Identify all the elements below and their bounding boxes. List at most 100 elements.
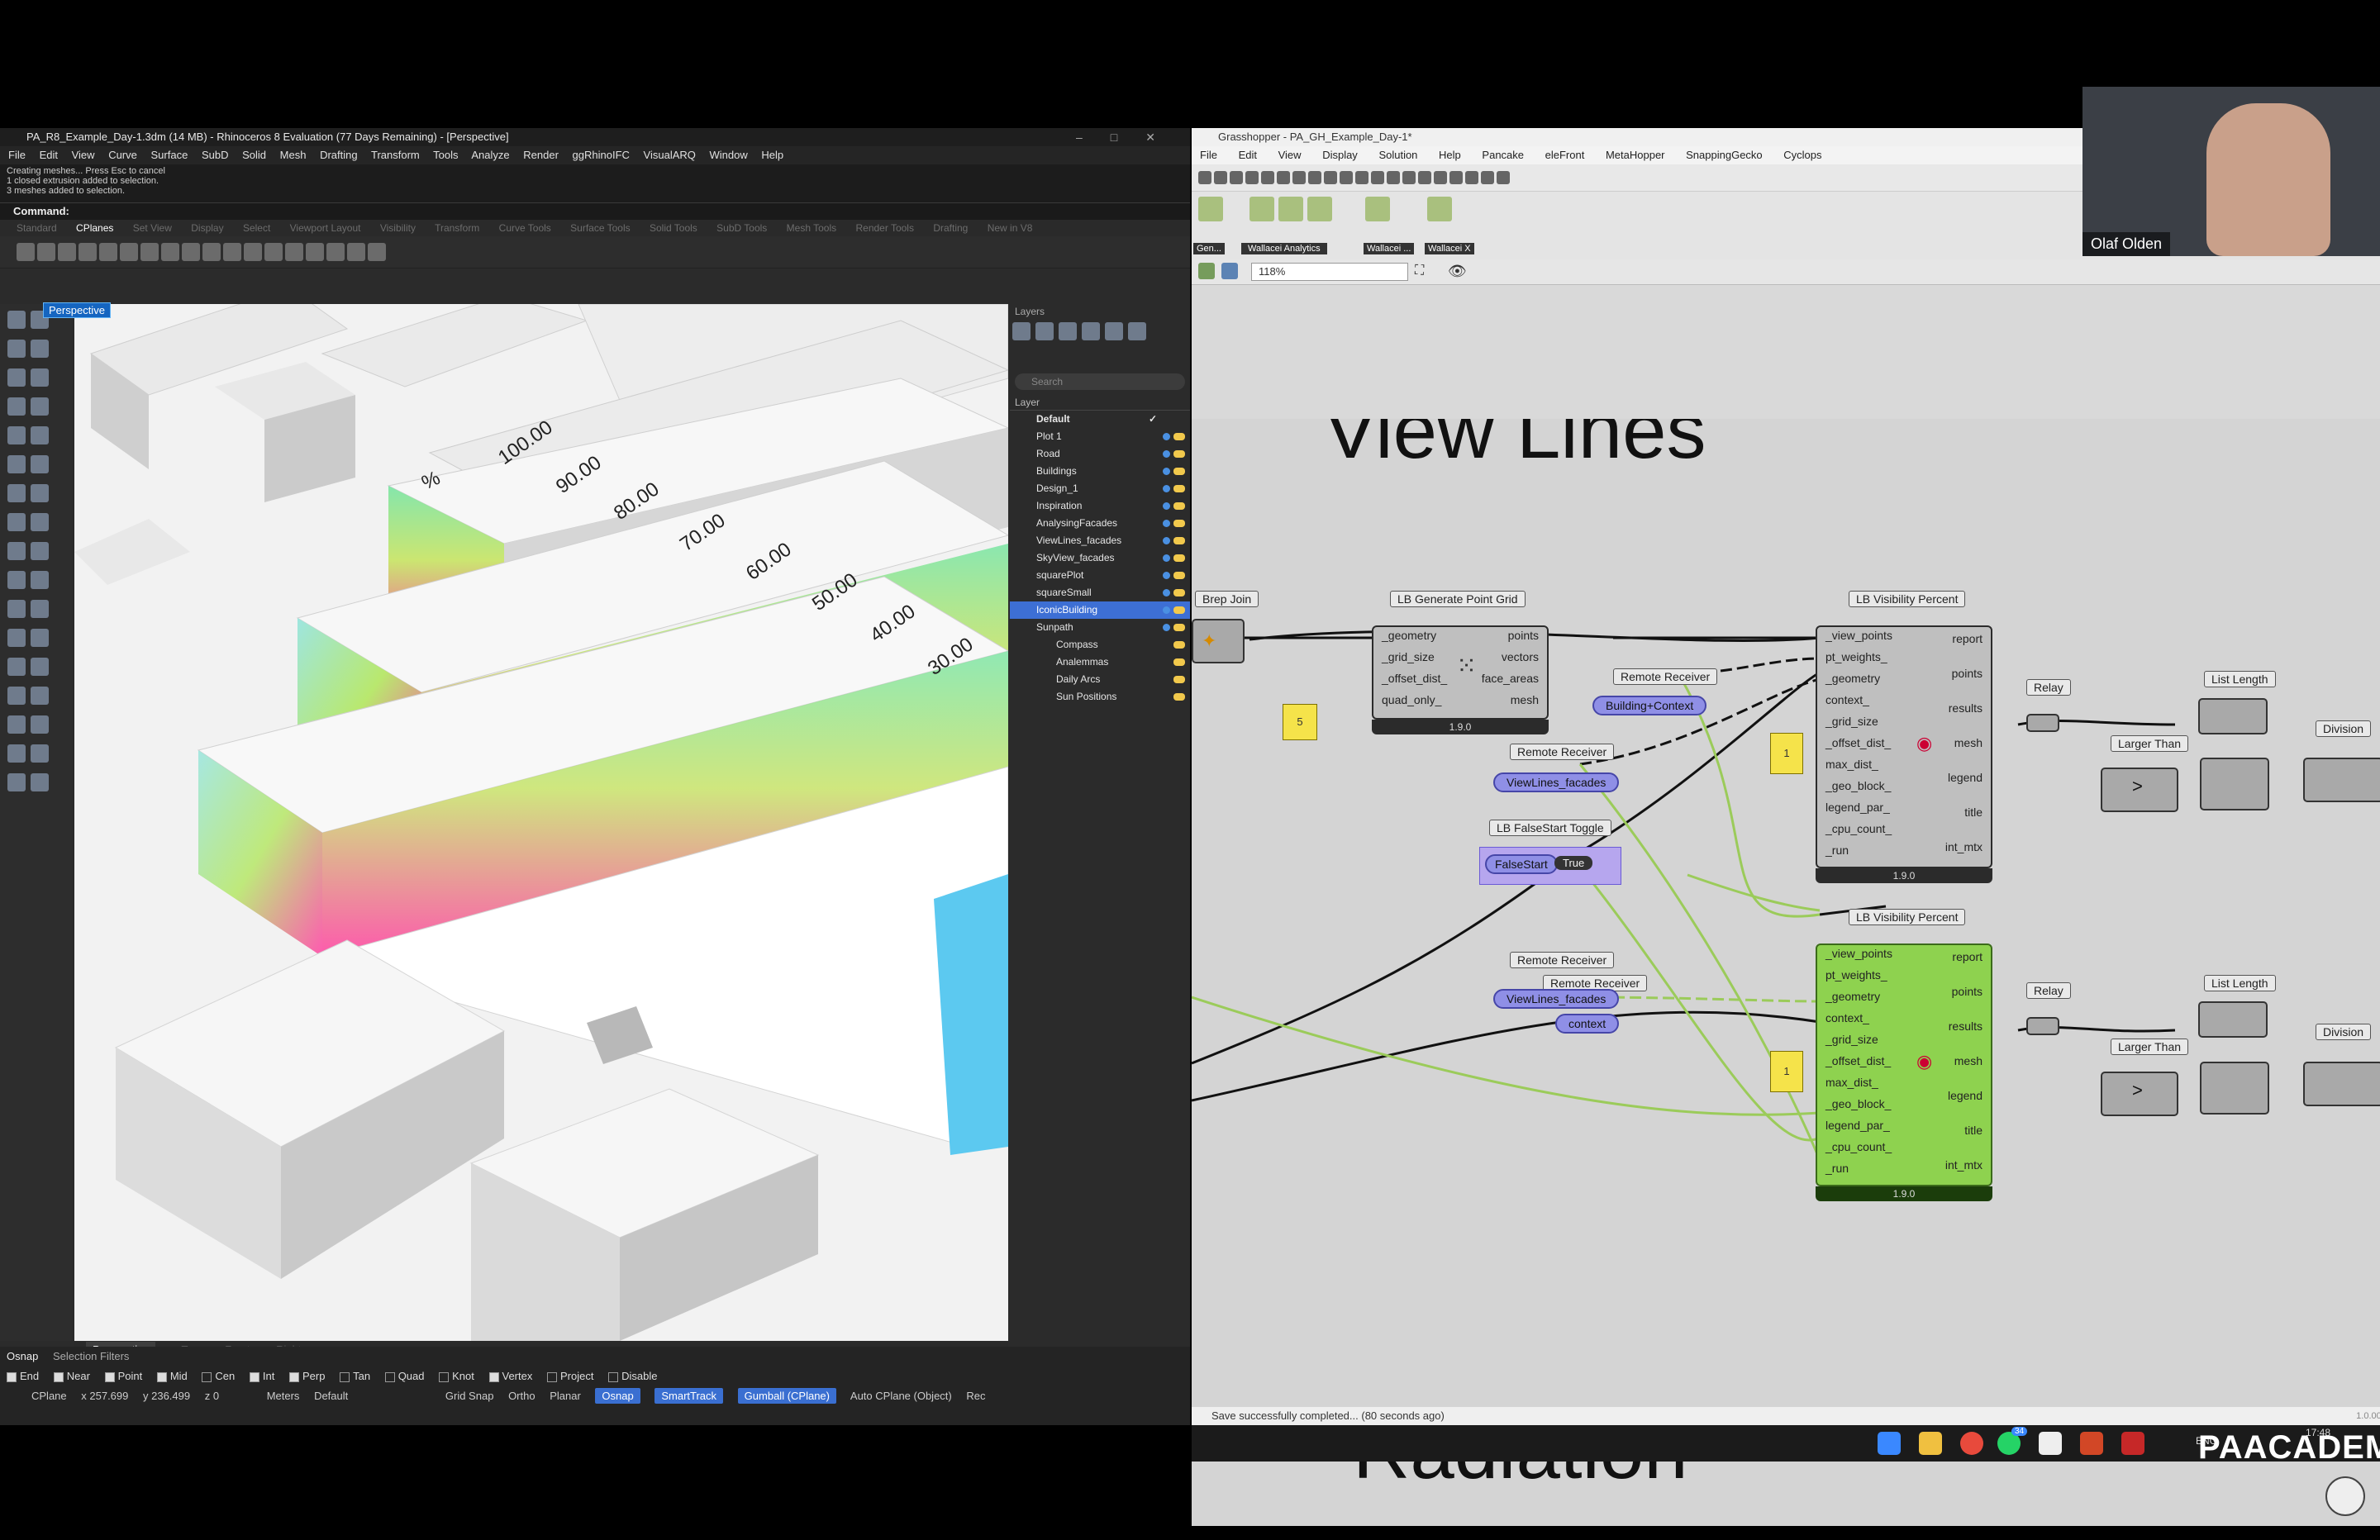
gh-menu-cyclops[interactable]: Cyclops [1783,149,1821,161]
layer-row[interactable]: squarePlot [1010,567,1190,584]
rectangle-icon[interactable] [31,397,49,416]
layer-row[interactable]: Compass [1010,636,1190,654]
lock-icon[interactable] [1173,537,1185,544]
output-title[interactable]: title [1964,1124,1983,1137]
zoom-select[interactable]: 118% [1251,263,1408,281]
relay-component[interactable] [2026,714,2059,732]
move-up-icon[interactable] [1082,322,1100,340]
tab-mesh-tools[interactable]: Mesh Tools [787,222,836,234]
division-label[interactable]: Division [2316,720,2372,737]
receiver-viewlines-facades[interactable]: ViewLines_facades [1493,772,1620,792]
lock-icon[interactable] [1173,572,1185,579]
scale-icon[interactable] [7,600,26,618]
tool-icon[interactable] [58,243,76,261]
tab-setview[interactable]: Set View [133,222,172,234]
sphere-icon[interactable] [7,484,26,502]
osnap-perp[interactable]: Perp [289,1370,325,1382]
lock-icon[interactable] [1173,606,1185,614]
tab-cplanes[interactable]: CPlanes [76,222,113,234]
freeform-icon[interactable] [31,426,49,444]
tab-icon[interactable] [1481,171,1494,184]
output-mesh[interactable]: mesh [1954,736,1983,749]
osnap-toggle[interactable]: Osnap [595,1388,640,1404]
layer-row[interactable]: Daily Arcs [1010,671,1190,688]
menu-tools[interactable]: Tools [433,149,458,161]
layer-row[interactable]: ViewLines_facades [1010,532,1190,549]
current-layer[interactable]: Default [314,1390,348,1402]
text-icon[interactable] [31,715,49,734]
receiver-building-context[interactable]: Building+Context [1592,696,1707,715]
visibility-percent-label[interactable]: LB Visibility Percent [1849,909,1966,925]
box-icon[interactable] [31,455,49,473]
input-pt-weights[interactable]: pt_weights_ [1825,968,1887,982]
osnap-mid[interactable]: Mid [156,1370,188,1382]
osnap-cen[interactable]: Cen [202,1370,235,1382]
wallacei-x-icon[interactable] [1427,197,1452,221]
subd-icon[interactable] [31,542,49,560]
osnap-project[interactable]: Project [546,1370,593,1382]
filter-icon[interactable] [1128,322,1146,340]
input-grid-size[interactable]: _grid_size [1382,650,1435,663]
output-title[interactable]: title [1964,806,1983,819]
lock-icon[interactable] [1173,693,1185,701]
output-points[interactable]: points [1952,667,1983,680]
tool-icon[interactable] [182,243,200,261]
visibility-percent-label[interactable]: LB Visibility Percent [1849,591,1966,607]
visibility-icon[interactable] [1163,485,1170,492]
output-int-mtx[interactable]: int_mtx [1945,840,1983,853]
tool-icon[interactable] [326,243,345,261]
osnap-point[interactable]: Point [104,1370,142,1382]
window-controls[interactable]: –□✕ [1076,128,1183,146]
remote-receiver-label[interactable]: Remote Receiver [1510,744,1615,760]
tab-display[interactable]: Display [191,222,223,234]
tab-icon[interactable] [1418,171,1431,184]
tab-icon[interactable] [1402,171,1416,184]
tab-icon[interactable] [1434,171,1447,184]
layer-row[interactable]: Sun Positions [1010,688,1190,706]
layer-row[interactable]: Default ✓ [1010,411,1190,428]
visibility-icon[interactable] [1163,433,1170,440]
tool-icon[interactable] [17,243,35,261]
wallacei-analytics-icon[interactable] [1278,197,1303,221]
tab-icon[interactable] [1245,171,1259,184]
dispatch-component[interactable] [2200,1062,2269,1115]
tool-icon[interactable] [306,243,324,261]
input-grid-size[interactable]: _grid_size [1825,715,1878,728]
mesh-icon[interactable] [7,542,26,560]
ortho[interactable]: Ortho [508,1390,536,1402]
mirror-icon[interactable] [31,600,49,618]
lock-icon[interactable] [1173,450,1185,458]
gh-menu-view[interactable]: View [1278,149,1302,161]
osnap-disable[interactable]: Disable [608,1370,657,1382]
tool-icon[interactable] [37,243,55,261]
tab-icon[interactable] [1371,171,1384,184]
zoom-app-icon[interactable] [2121,1432,2144,1455]
explode-icon[interactable] [7,658,26,676]
lock-icon[interactable] [1173,658,1185,666]
tab-icon[interactable] [1465,171,1478,184]
tab-transform[interactable]: Transform [435,222,479,234]
tab-solid-tools[interactable]: Solid Tools [650,222,697,234]
smarttrack-toggle[interactable]: SmartTrack [654,1388,724,1404]
menu-view[interactable]: View [72,149,95,161]
tool-icon[interactable] [161,243,179,261]
layer-row-selected[interactable]: IconicBuilding [1010,601,1190,619]
remote-receiver-label[interactable]: Remote Receiver [1613,668,1718,685]
larger-than-component[interactable]: > [2101,768,2178,812]
false-start-toggle-label[interactable]: LB FalseStart Toggle [1489,820,1611,836]
circle-icon[interactable] [7,368,26,387]
tab-icon[interactable] [1387,171,1400,184]
tool-icon[interactable] [79,243,97,261]
relay-component[interactable] [2026,1017,2059,1035]
split-icon[interactable] [7,687,26,705]
osnap-quad[interactable]: Quad [384,1370,425,1382]
visibility-icon[interactable] [1163,502,1170,510]
visibility-icon[interactable] [1163,468,1170,475]
input-offset-dist[interactable]: _offset_dist_ [1825,736,1891,749]
menu-analyze[interactable]: Analyze [471,149,509,161]
tool-icon[interactable] [285,243,303,261]
gh-canvas[interactable]: View Lines Radiation [1192,419,2380,1526]
menu-file[interactable]: File [8,149,26,161]
menu-help[interactable]: Help [761,149,783,161]
output-vectors[interactable]: vectors [1502,650,1539,663]
